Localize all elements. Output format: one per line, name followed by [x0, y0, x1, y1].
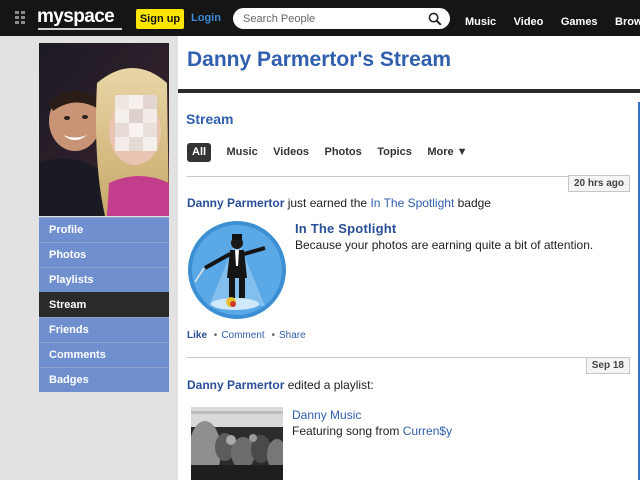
profile-photo-image: [39, 43, 169, 216]
feed-item-timestamp: 20 hrs ago: [567, 175, 630, 192]
title-divider: [178, 89, 640, 93]
sidebar-item-friends[interactable]: Friends: [39, 317, 169, 342]
feed-item-actions: Like • Comment • Share: [187, 330, 306, 341]
playlist-title-link[interactable]: Danny Music: [292, 408, 361, 422]
top-nav-links: Music Video Games Browse P: [465, 12, 640, 30]
user-name-link[interactable]: Danny Parmertor: [187, 378, 284, 392]
search-box: [233, 8, 450, 29]
nav-video-link[interactable]: Video: [514, 16, 544, 28]
comment-link[interactable]: Comment: [221, 330, 264, 341]
logo-underline: [38, 28, 122, 30]
like-link[interactable]: Like: [187, 330, 207, 341]
playlist-thumbnail-image: [191, 407, 283, 480]
action-separator: •: [271, 330, 275, 341]
search-input[interactable]: [243, 11, 423, 26]
user-name-link[interactable]: Danny Parmertor: [187, 196, 284, 210]
filter-tab-videos[interactable]: Videos: [273, 143, 309, 162]
sidebar-item-profile[interactable]: Profile: [39, 217, 169, 242]
sign-up-button[interactable]: Sign up: [136, 9, 184, 29]
filter-tab-music[interactable]: Music: [227, 143, 258, 162]
feed-text: edited a playlist:: [284, 378, 374, 392]
filter-tab-topics[interactable]: Topics: [377, 143, 412, 162]
sidebar-item-photos[interactable]: Photos: [39, 242, 169, 267]
playlist-description: Featuring song from Curren$y: [292, 424, 452, 438]
playlist-thumbnail[interactable]: [191, 407, 283, 480]
nav-music-link[interactable]: Music: [465, 16, 496, 28]
action-separator: •: [213, 330, 218, 341]
playlist-desc-text: Featuring song from: [292, 424, 403, 438]
filter-tab-more[interactable]: More ▼: [427, 143, 467, 162]
feed-item-headline: Danny Parmertor edited a playlist:: [187, 378, 374, 392]
spotlight-badge-icon[interactable]: [187, 220, 287, 320]
badge-description: Because your photos are earning quite a …: [295, 238, 594, 252]
filter-tab-photos[interactable]: Photos: [324, 143, 361, 162]
feed-text: badge: [454, 196, 491, 210]
myspace-logo[interactable]: myspace: [37, 7, 115, 27]
share-link[interactable]: Share: [279, 330, 306, 341]
sidebar-item-playlists[interactable]: Playlists: [39, 267, 169, 292]
sidebar-item-badges[interactable]: Badges: [39, 367, 169, 392]
nav-games-link[interactable]: Games: [561, 16, 598, 28]
nav-browse-link[interactable]: Browse P: [615, 16, 640, 28]
login-link[interactable]: Login: [191, 12, 221, 24]
stream-heading: Stream: [186, 111, 234, 127]
profile-photo[interactable]: [39, 43, 169, 216]
filter-tab-all[interactable]: All: [187, 143, 212, 162]
feed-item-divider: [187, 357, 630, 358]
main-content: Danny Parmertor's Stream Stream All Musi…: [178, 36, 640, 480]
apps-grid-icon[interactable]: [15, 11, 26, 25]
stream-filter-tabs: All Music Videos Photos Topics More ▼: [187, 142, 479, 162]
profile-sidebar-nav: Profile Photos Playlists Stream Friends …: [39, 217, 169, 392]
feed-item-divider: [187, 176, 630, 177]
feed-text: just earned the: [284, 196, 371, 210]
artist-link[interactable]: Curren$y: [403, 424, 452, 438]
sidebar-item-stream[interactable]: Stream: [39, 292, 169, 317]
feed-item-timestamp: Sep 18: [585, 357, 630, 374]
search-icon[interactable]: [428, 12, 442, 26]
badge-link[interactable]: In The Spotlight: [370, 196, 454, 210]
sidebar-item-comments[interactable]: Comments: [39, 342, 169, 367]
page-title: Danny Parmertor's Stream: [187, 48, 452, 71]
badge-title[interactable]: In The Spotlight: [295, 221, 396, 236]
feed-item-headline: Danny Parmertor just earned the In The S…: [187, 196, 491, 210]
top-nav-bar: myspace Sign up Login Music Video Games …: [0, 0, 640, 36]
